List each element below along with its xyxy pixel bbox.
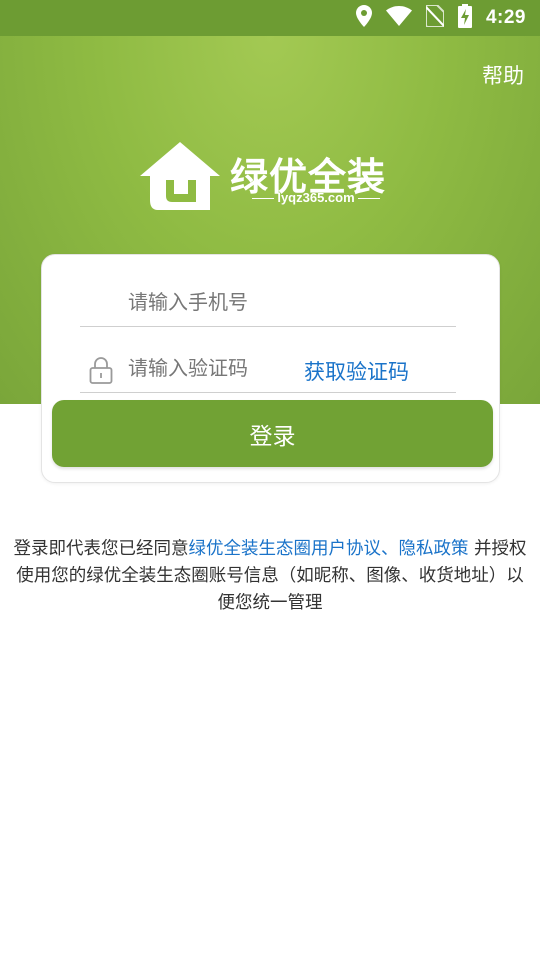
wifi-icon — [385, 6, 412, 30]
brand-domain: lyqz365.com — [230, 190, 402, 205]
agreement-separator: 、 — [380, 539, 399, 559]
help-link[interactable]: 帮助 — [482, 60, 524, 90]
phone-input[interactable] — [126, 278, 330, 326]
agreement-prefix: 登录即代表您已经同意 — [13, 539, 189, 559]
brand-logo: 绿优全装 lyqz365.com — [138, 140, 406, 212]
phone-field — [80, 278, 456, 327]
get-code-button[interactable]: 获取验证码 — [304, 356, 409, 386]
status-time: 4:29 — [485, 7, 526, 28]
brand-domain-text: lyqz365.com — [277, 190, 355, 205]
agreement-text: 登录即代表您已经同意绿优全装生态圈用户协议、隐私政策 并授权使用您的绿优全装生态… — [12, 536, 528, 617]
lock-icon — [89, 356, 113, 388]
user-agreement-link[interactable]: 绿优全装生态圈用户协议 — [188, 539, 381, 559]
code-input[interactable] — [126, 344, 330, 392]
privacy-policy-link[interactable]: 隐私政策 — [398, 539, 468, 559]
code-field: 获取验证码 — [80, 344, 456, 393]
no-sim-icon — [424, 4, 445, 31]
battery-charging-icon — [457, 4, 472, 32]
location-icon — [355, 5, 372, 31]
login-button[interactable]: 登录 — [52, 400, 493, 467]
status-bar: 4:29 — [0, 0, 540, 36]
